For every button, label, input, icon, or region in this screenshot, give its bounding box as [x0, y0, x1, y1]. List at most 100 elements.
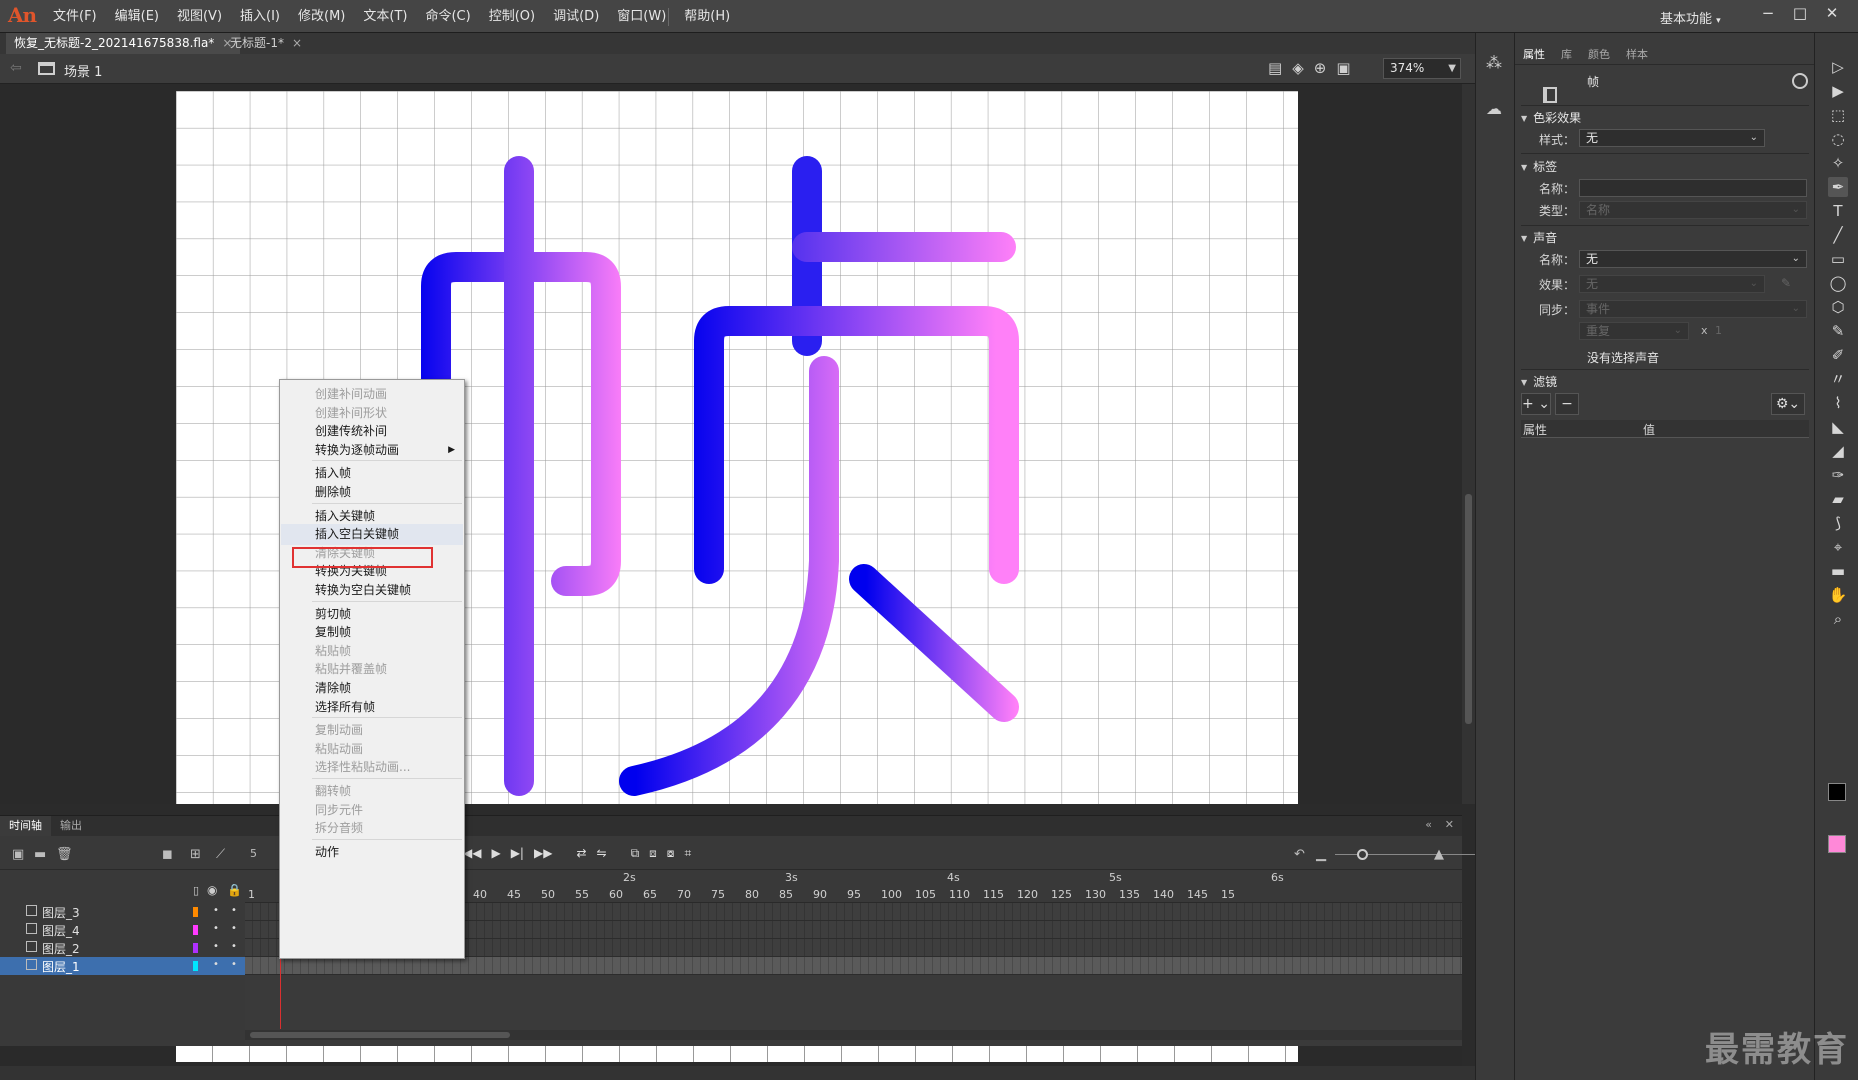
- tab-swatches[interactable]: 样本: [1618, 45, 1656, 64]
- sound-repeat-select[interactable]: 重复 ⌄: [1579, 322, 1689, 340]
- camera-tool-icon[interactable]: ▬: [1828, 561, 1848, 581]
- graph-icon[interactable]: ⟋: [216, 847, 225, 862]
- context-menu-item[interactable]: 选择所有帧: [281, 697, 463, 718]
- close-panel-icon[interactable]: ✕: [1445, 818, 1454, 831]
- close-button[interactable]: ✕: [1816, 2, 1848, 26]
- motion-presets-icon[interactable]: ⁂: [1486, 53, 1502, 72]
- menu-item[interactable]: 文本(T): [354, 0, 416, 33]
- context-menu-item[interactable]: 删除帧: [281, 482, 463, 503]
- first-frame-icon[interactable]: ◀◀: [463, 846, 481, 861]
- menu-item[interactable]: 调试(D): [544, 0, 608, 33]
- menu-item[interactable]: 视图(V): [168, 0, 231, 33]
- visibility-dot-icon[interactable]: •: [213, 959, 219, 970]
- line-tool-icon[interactable]: ╱: [1828, 225, 1848, 245]
- edit-scene-icon[interactable]: ▤: [1268, 59, 1282, 77]
- style-select[interactable]: 无 ⌄: [1579, 129, 1765, 147]
- maximize-button[interactable]: □: [1784, 2, 1816, 26]
- new-folder-icon[interactable]: ▬: [34, 847, 46, 862]
- scrollbar-thumb[interactable]: [1465, 494, 1472, 724]
- minimize-button[interactable]: −: [1752, 2, 1784, 26]
- context-menu-item[interactable]: 转换为逐帧动画 ▶: [281, 440, 463, 461]
- remove-filter-button[interactable]: −: [1555, 393, 1579, 415]
- layer-row[interactable]: 图层_2 • •: [0, 939, 245, 957]
- edit-pencil-icon[interactable]: ✎: [1781, 276, 1791, 290]
- hand-tool-icon[interactable]: ✋: [1828, 585, 1848, 605]
- stage-horizontal-scrollbar[interactable]: [0, 1066, 1475, 1080]
- center-frame-icon[interactable]: ⇋: [597, 846, 607, 861]
- menu-item[interactable]: 修改(M): [289, 0, 354, 33]
- label-type-select[interactable]: 名称 ⌄: [1579, 201, 1807, 219]
- menu-item[interactable]: 文件(F): [44, 0, 106, 33]
- tab-properties[interactable]: 属性: [1515, 45, 1553, 64]
- menu-item[interactable]: 帮助(H): [675, 0, 739, 33]
- brush-tool-icon[interactable]: 〃: [1828, 369, 1848, 389]
- layer-parenting-icon[interactable]: ⊞: [190, 847, 201, 862]
- zoom-in-icon[interactable]: ▲: [1434, 847, 1444, 862]
- clip-stage-icon[interactable]: ▣: [1336, 59, 1350, 77]
- pin-tool-icon[interactable]: ⌖: [1828, 537, 1848, 557]
- tab-output[interactable]: 输出: [51, 816, 91, 836]
- pen-tool-icon[interactable]: ✒: [1828, 177, 1848, 197]
- menu-item[interactable]: 控制(O): [480, 0, 544, 33]
- sound-name-select[interactable]: 无 ⌄: [1579, 250, 1807, 268]
- pencil-tool-icon[interactable]: ✎: [1828, 321, 1848, 341]
- add-filter-button[interactable]: + ⌄: [1521, 393, 1551, 415]
- lock-dot-icon[interactable]: •: [231, 905, 237, 916]
- play-icon[interactable]: ▶: [491, 846, 500, 861]
- edit-symbol-icon[interactable]: ◈: [1292, 59, 1304, 77]
- marker-icon[interactable]: ⌗: [684, 846, 691, 861]
- menu-item[interactable]: 编辑(E): [106, 0, 168, 33]
- section-sound[interactable]: 声音: [1521, 229, 1557, 246]
- next-frame-icon[interactable]: ▶|: [511, 846, 524, 861]
- eyedropper-icon[interactable]: ✑: [1828, 465, 1848, 485]
- lock-dot-icon[interactable]: •: [231, 959, 237, 970]
- layer-row[interactable]: 图层_3 • •: [0, 903, 245, 921]
- selection-tool-icon[interactable]: ▷: [1828, 57, 1848, 77]
- context-menu-item[interactable]: 转换为空白关键帧: [281, 580, 463, 601]
- loop-icon[interactable]: ⇄: [576, 846, 586, 861]
- paint-brush-icon[interactable]: ✐: [1828, 345, 1848, 365]
- collapse-panel-icon[interactable]: «: [1425, 818, 1432, 831]
- menu-item[interactable]: 窗口(W): [608, 0, 675, 33]
- workspace-switcher[interactable]: 基本功能 ▾: [1660, 8, 1721, 27]
- stage-vertical-scrollbar[interactable]: [1462, 84, 1475, 804]
- subselection-tool-icon[interactable]: ▶: [1828, 81, 1848, 101]
- doc-tab-inactive[interactable]: 无标题-1* ×: [222, 33, 310, 54]
- label-name-input[interactable]: [1579, 179, 1807, 197]
- section-label[interactable]: 标签: [1521, 158, 1557, 175]
- visibility-dot-icon[interactable]: •: [213, 923, 219, 934]
- help-icon[interactable]: [1792, 73, 1808, 89]
- eraser-icon[interactable]: ▰: [1828, 489, 1848, 509]
- menu-item[interactable]: 插入(I): [231, 0, 289, 33]
- timeline-scrollbar[interactable]: [245, 1030, 1462, 1040]
- visibility-dot-icon[interactable]: •: [213, 905, 219, 916]
- center-stage-icon[interactable]: ⊕: [1314, 59, 1327, 77]
- polystar-tool-icon[interactable]: ⬡: [1828, 297, 1848, 317]
- lock-dot-icon[interactable]: •: [231, 941, 237, 952]
- context-menu-item[interactable]: 拆分音频: [281, 818, 463, 839]
- rectangle-tool-icon[interactable]: ▭: [1828, 249, 1848, 269]
- zoom-out-icon[interactable]: ▁: [1316, 847, 1326, 862]
- layer-color-swatch[interactable]: [193, 907, 198, 917]
- fill-color-swatch[interactable]: [1828, 835, 1846, 853]
- sound-sync-select[interactable]: 事件 ⌄: [1579, 300, 1807, 318]
- bone-tool-icon[interactable]: ⌇: [1828, 393, 1848, 413]
- edit-multiple-icon[interactable]: ⧇: [667, 846, 675, 861]
- layer-row[interactable]: 图层_4 • •: [0, 921, 245, 939]
- tab-timeline[interactable]: 时间轴: [0, 816, 51, 836]
- repeat-count[interactable]: 1: [1715, 324, 1722, 337]
- lock-dot-icon[interactable]: •: [231, 923, 237, 934]
- tab-library[interactable]: 库: [1553, 45, 1580, 64]
- cc-libraries-icon[interactable]: ☁: [1486, 99, 1502, 118]
- layer-color-swatch[interactable]: [193, 961, 198, 971]
- paint-bucket-icon[interactable]: ◣: [1828, 417, 1848, 437]
- ink-bottle-icon[interactable]: ◢: [1828, 441, 1848, 461]
- 3d-rotation-icon[interactable]: ◌: [1828, 129, 1848, 149]
- context-menu-item[interactable]: 动作: [281, 842, 463, 863]
- lasso-icon[interactable]: ✧: [1828, 153, 1848, 173]
- free-transform-icon[interactable]: ⬚: [1828, 105, 1848, 125]
- col-property[interactable]: 属性: [1523, 421, 1547, 438]
- camera-icon[interactable]: ◼: [162, 847, 173, 862]
- section-color-effect[interactable]: 色彩效果: [1521, 109, 1581, 126]
- scrollbar-thumb[interactable]: [250, 1032, 510, 1038]
